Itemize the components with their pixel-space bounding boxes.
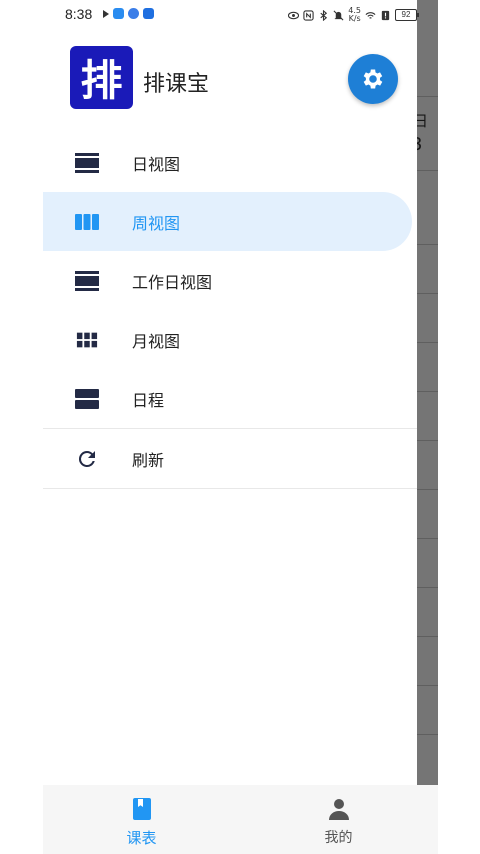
nav-tab-mine[interactable]: 我的 <box>240 785 437 854</box>
alert-icon <box>381 10 390 20</box>
gear-icon <box>363 69 383 89</box>
status-icons: 4.5 K/s 92 <box>288 5 419 25</box>
notification-app-icon <box>128 8 139 19</box>
network-speed: 4.5 K/s <box>348 6 361 23</box>
play-icon <box>103 10 109 18</box>
nav-tab-schedule[interactable]: 课表 <box>43 785 240 854</box>
menu-item-agenda[interactable]: 日程 <box>43 369 417 428</box>
navigation-drawer: 排 排课宝 日视图 周视图 工作日视图 月视图 日程 刷新 <box>43 30 417 785</box>
menu-divider <box>43 488 417 489</box>
view-month-icon <box>75 328 99 352</box>
menu-item-label: 日视图 <box>132 154 181 174</box>
menu-item-label: 日程 <box>132 390 165 410</box>
menu-item-week-view[interactable]: 周视图 <box>43 192 412 251</box>
app-name: 排课宝 <box>143 72 210 97</box>
eye-icon <box>288 11 300 19</box>
menu-item-refresh[interactable]: 刷新 <box>43 429 417 488</box>
status-bar: 8:38 4.5 K/s 92 <box>43 0 419 30</box>
menu-item-month-view[interactable]: 月视图 <box>43 310 417 369</box>
mute-icon <box>333 10 344 20</box>
drawer-menu: 日视图 周视图 工作日视图 月视图 日程 刷新 <box>43 133 417 489</box>
left-margin <box>0 0 43 854</box>
drawer-header: 排 排课宝 <box>43 30 417 135</box>
menu-item-label: 周视图 <box>132 213 181 233</box>
view-workweek-icon <box>75 269 99 293</box>
bottom-navigation: 课表 我的 <box>43 785 438 854</box>
notification-app-icon <box>113 8 124 19</box>
status-time: 8:38 <box>65 6 93 22</box>
bluetooth-icon <box>320 9 328 21</box>
menu-item-label: 月视图 <box>132 331 181 351</box>
person-icon <box>328 799 349 820</box>
refresh-icon <box>75 447 99 471</box>
book-icon <box>132 798 151 820</box>
menu-item-label: 工作日视图 <box>132 272 213 292</box>
screen: 日 3 8:38 4.5K/s 92 <box>0 0 480 854</box>
wifi-icon <box>365 11 376 19</box>
notification-app-icon <box>143 8 154 19</box>
view-day-icon <box>75 151 99 175</box>
battery-icon: 92 <box>395 9 419 21</box>
nav-tab-label: 课表 <box>126 829 157 847</box>
menu-item-label: 刷新 <box>132 450 165 470</box>
nfc-icon <box>303 9 314 21</box>
menu-item-workweek-view[interactable]: 工作日视图 <box>43 251 417 310</box>
settings-button[interactable] <box>348 54 398 104</box>
menu-item-day-view[interactable]: 日视图 <box>43 133 417 192</box>
view-agenda-icon <box>75 387 99 411</box>
nav-tab-label: 我的 <box>324 830 353 846</box>
app-logo: 排 <box>70 46 133 109</box>
right-margin <box>438 0 480 854</box>
view-week-icon <box>75 210 99 234</box>
